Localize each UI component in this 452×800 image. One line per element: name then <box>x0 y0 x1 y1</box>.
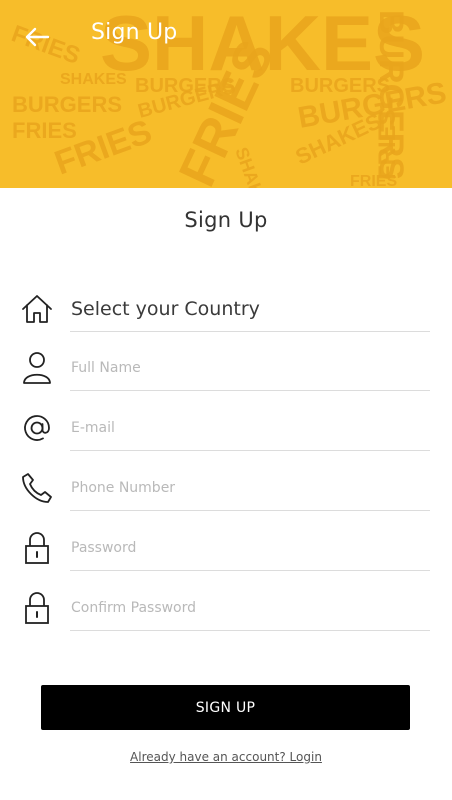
banner-word: FRIES <box>374 109 401 180</box>
country-select[interactable]: Select your Country <box>70 286 430 332</box>
phone-input[interactable] <box>70 465 430 511</box>
banner-word: SHAKES <box>60 71 127 88</box>
phone-icon <box>18 469 56 507</box>
header-title: Sign Up <box>91 20 178 45</box>
email-input[interactable] <box>70 405 430 451</box>
banner-word: FRIES <box>350 173 397 188</box>
email-row <box>18 405 430 451</box>
home-icon <box>18 290 56 328</box>
lock-icon <box>18 529 56 567</box>
banner-word: BURGERS <box>12 92 122 117</box>
page-title: Sign Up <box>184 208 268 232</box>
password-row <box>18 525 430 571</box>
back-button[interactable] <box>22 22 52 52</box>
confirm-password-input[interactable] <box>70 585 430 631</box>
phone-row <box>18 465 430 511</box>
lock-icon <box>18 589 56 627</box>
user-icon <box>18 349 56 387</box>
full-name-row <box>18 345 430 391</box>
password-input[interactable] <box>70 525 430 571</box>
country-row: Select your Country <box>18 286 430 332</box>
full-name-input[interactable] <box>70 345 430 391</box>
confirm-password-row <box>18 585 430 631</box>
banner-word: SHAKES <box>231 145 275 188</box>
at-icon <box>18 409 56 447</box>
banner-word: FRIES <box>12 118 77 143</box>
header-banner: SHAKES BURGERS FRIES BURGERS BURGERS SHA… <box>0 0 452 188</box>
sign-up-button[interactable]: SIGN UP <box>41 685 410 730</box>
top-bar: Sign Up <box>0 0 452 72</box>
login-link[interactable]: Already have an account? Login <box>0 750 452 764</box>
arrow-left-icon <box>25 27 50 47</box>
